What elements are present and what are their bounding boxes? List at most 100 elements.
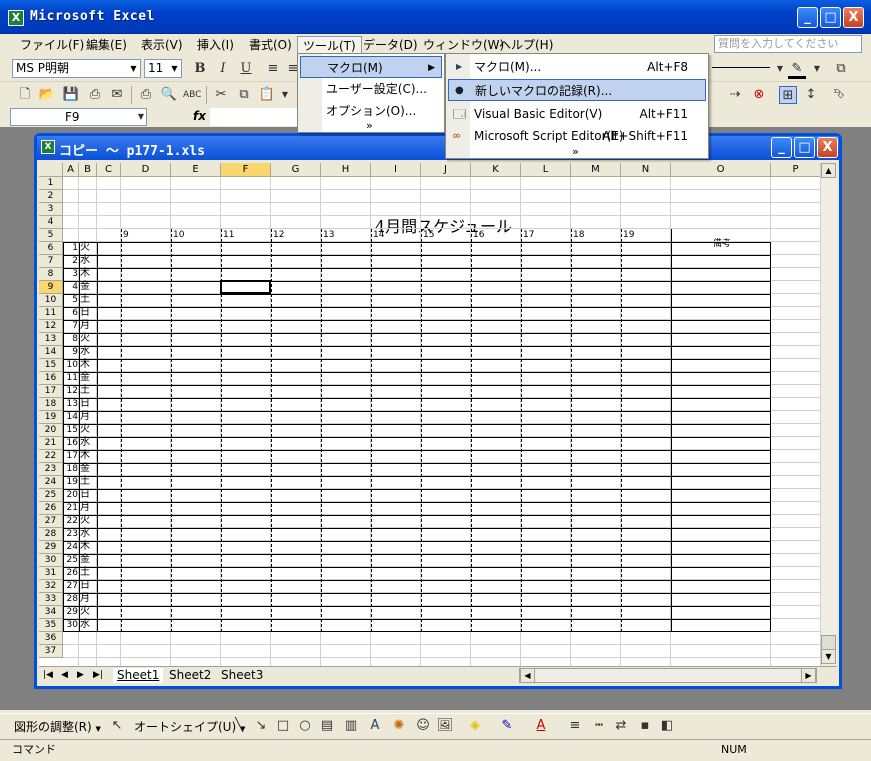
row-header[interactable]: 25: [39, 489, 63, 502]
row-header[interactable]: 32: [39, 580, 63, 593]
row-header[interactable]: 34: [39, 606, 63, 619]
toolbar-options-icon[interactable]: ⧉: [832, 60, 850, 78]
font-name-select[interactable]: MS P明朝 ▼: [12, 59, 141, 78]
menu-insert[interactable]: 挿入(I): [192, 36, 239, 54]
line-icon[interactable]: ╲: [230, 717, 248, 735]
arrow-icon[interactable]: ↘: [252, 717, 270, 735]
fx-icon[interactable]: fx: [193, 109, 206, 123]
row-header[interactable]: 27: [39, 515, 63, 528]
row-header[interactable]: 6: [39, 242, 63, 255]
row-header[interactable]: 22: [39, 450, 63, 463]
column-header[interactable]: G: [271, 163, 321, 177]
rectangle-icon[interactable]: □: [274, 717, 292, 735]
menu-data[interactable]: データ(D): [358, 36, 423, 54]
formula-input[interactable]: [210, 108, 300, 126]
menu-format[interactable]: 書式(O): [244, 36, 297, 54]
menu-item-vbe[interactable]: 🗔 Visual Basic Editor(V) Alt+F11: [448, 103, 706, 125]
italic-icon[interactable]: I: [214, 60, 232, 78]
row-header[interactable]: 2: [39, 190, 63, 203]
textbox-icon[interactable]: ▤: [318, 717, 336, 735]
clipart-icon[interactable]: ☺: [414, 717, 432, 735]
active-cell[interactable]: [220, 280, 271, 294]
expand-menu-icon[interactable]: »: [572, 145, 579, 158]
row-header[interactable]: 7: [39, 255, 63, 268]
row-header[interactable]: 5: [39, 229, 63, 242]
chevron-down-icon[interactable]: ▼: [771, 60, 789, 78]
open-folder-icon[interactable]: 📂: [38, 86, 56, 104]
row-header[interactable]: 31: [39, 567, 63, 580]
oval-icon[interactable]: ○: [296, 717, 314, 735]
wb-close-button[interactable]: X: [817, 137, 838, 158]
row-header[interactable]: 16: [39, 372, 63, 385]
row-header[interactable]: 28: [39, 528, 63, 541]
freeze-panes-icon[interactable]: ⊞: [779, 86, 797, 104]
minimize-button[interactable]: _: [797, 7, 818, 28]
menu-file[interactable]: ファイル(F): [15, 36, 89, 54]
row-header[interactable]: 24: [39, 476, 63, 489]
dash-style-icon[interactable]: ┅: [590, 717, 608, 735]
column-header[interactable]: H: [321, 163, 371, 177]
column-header[interactable]: I: [371, 163, 421, 177]
row-header[interactable]: 12: [39, 320, 63, 333]
print-icon[interactable]: ⎙: [137, 86, 155, 104]
align-left-icon[interactable]: ≡: [264, 60, 282, 78]
line-color-icon[interactable]: ✎: [498, 717, 516, 735]
shadow-style-icon[interactable]: ▪: [636, 717, 654, 735]
menu-item-record-macro[interactable]: ● 新しいマクロの記録(R)...: [448, 79, 706, 101]
menu-item-script-editor[interactable]: ∞ Microsoft Script Editor(E) Alt+Shift+F…: [448, 125, 706, 147]
maximize-button[interactable]: □: [820, 7, 841, 28]
column-header[interactable]: K: [471, 163, 521, 177]
chevron-down-icon[interactable]: ▼: [132, 108, 150, 126]
column-header[interactable]: E: [171, 163, 221, 177]
row-header[interactable]: 17: [39, 385, 63, 398]
paste-icon[interactable]: 📋: [258, 86, 276, 104]
column-header[interactable]: D: [121, 163, 171, 177]
autoshapes-button[interactable]: オートシェイプ(U) ▼: [134, 718, 245, 735]
row-header[interactable]: 13: [39, 333, 63, 346]
chevron-down-icon[interactable]: ▼: [808, 60, 826, 78]
scroll-up-button[interactable]: ▲: [821, 163, 836, 178]
row-header[interactable]: 3: [39, 203, 63, 216]
remove-arrows-icon[interactable]: ⊗: [750, 86, 768, 104]
picture-icon[interactable]: 🖼: [436, 717, 454, 735]
wb-maximize-button[interactable]: □: [794, 137, 815, 158]
vertical-textbox-icon[interactable]: ▥: [342, 717, 360, 735]
row-header[interactable]: 30: [39, 554, 63, 567]
row-height-icon[interactable]: ↕: [802, 86, 820, 104]
scroll-right-button[interactable]: ▶: [801, 668, 816, 683]
permission-icon[interactable]: ⎙: [86, 86, 104, 104]
row-header[interactable]: 26: [39, 502, 63, 515]
font-size-select[interactable]: 11 ▼: [144, 59, 182, 78]
new-file-icon[interactable]: 🗋: [16, 86, 34, 104]
row-header[interactable]: 18: [39, 398, 63, 411]
column-header[interactable]: M: [571, 163, 621, 177]
row-header[interactable]: 11: [39, 307, 63, 320]
wb-minimize-button[interactable]: _: [771, 137, 792, 158]
scroll-left-button[interactable]: ◀: [520, 668, 535, 683]
vertical-scrollbar[interactable]: ▲ ▼: [820, 163, 837, 666]
underline-icon[interactable]: U: [237, 60, 255, 78]
menu-item-customize[interactable]: ユーザー設定(C)...: [300, 78, 442, 100]
bold-icon[interactable]: B: [191, 60, 209, 78]
row-header[interactable]: 10: [39, 294, 63, 307]
row-header[interactable]: 4: [39, 216, 63, 229]
column-header[interactable]: N: [621, 163, 671, 177]
row-header[interactable]: 1: [39, 177, 63, 190]
row-header[interactable]: 33: [39, 593, 63, 606]
column-header[interactable]: C: [97, 163, 121, 177]
select-all-corner[interactable]: [39, 163, 63, 177]
column-header[interactable]: B: [79, 163, 97, 177]
column-header[interactable]: A: [63, 163, 79, 177]
menu-item-macro[interactable]: マクロ(M) ▶: [300, 56, 442, 78]
sheet-tab-1[interactable]: Sheet1: [113, 668, 164, 683]
column-header[interactable]: O: [671, 163, 771, 177]
menu-view[interactable]: 表示(V): [136, 36, 188, 54]
row-header[interactable]: 36: [39, 632, 63, 645]
draw-menu-button[interactable]: 図形の調整(R) ▼: [14, 718, 101, 735]
sheet-tab-2[interactable]: Sheet2: [165, 668, 215, 683]
fill-color-icon[interactable]: ◈: [466, 717, 484, 735]
print-preview-icon[interactable]: 🔍: [160, 86, 178, 104]
row-header[interactable]: 9: [39, 281, 63, 294]
row-header[interactable]: 14: [39, 346, 63, 359]
expand-menu-icon[interactable]: »: [366, 119, 373, 132]
